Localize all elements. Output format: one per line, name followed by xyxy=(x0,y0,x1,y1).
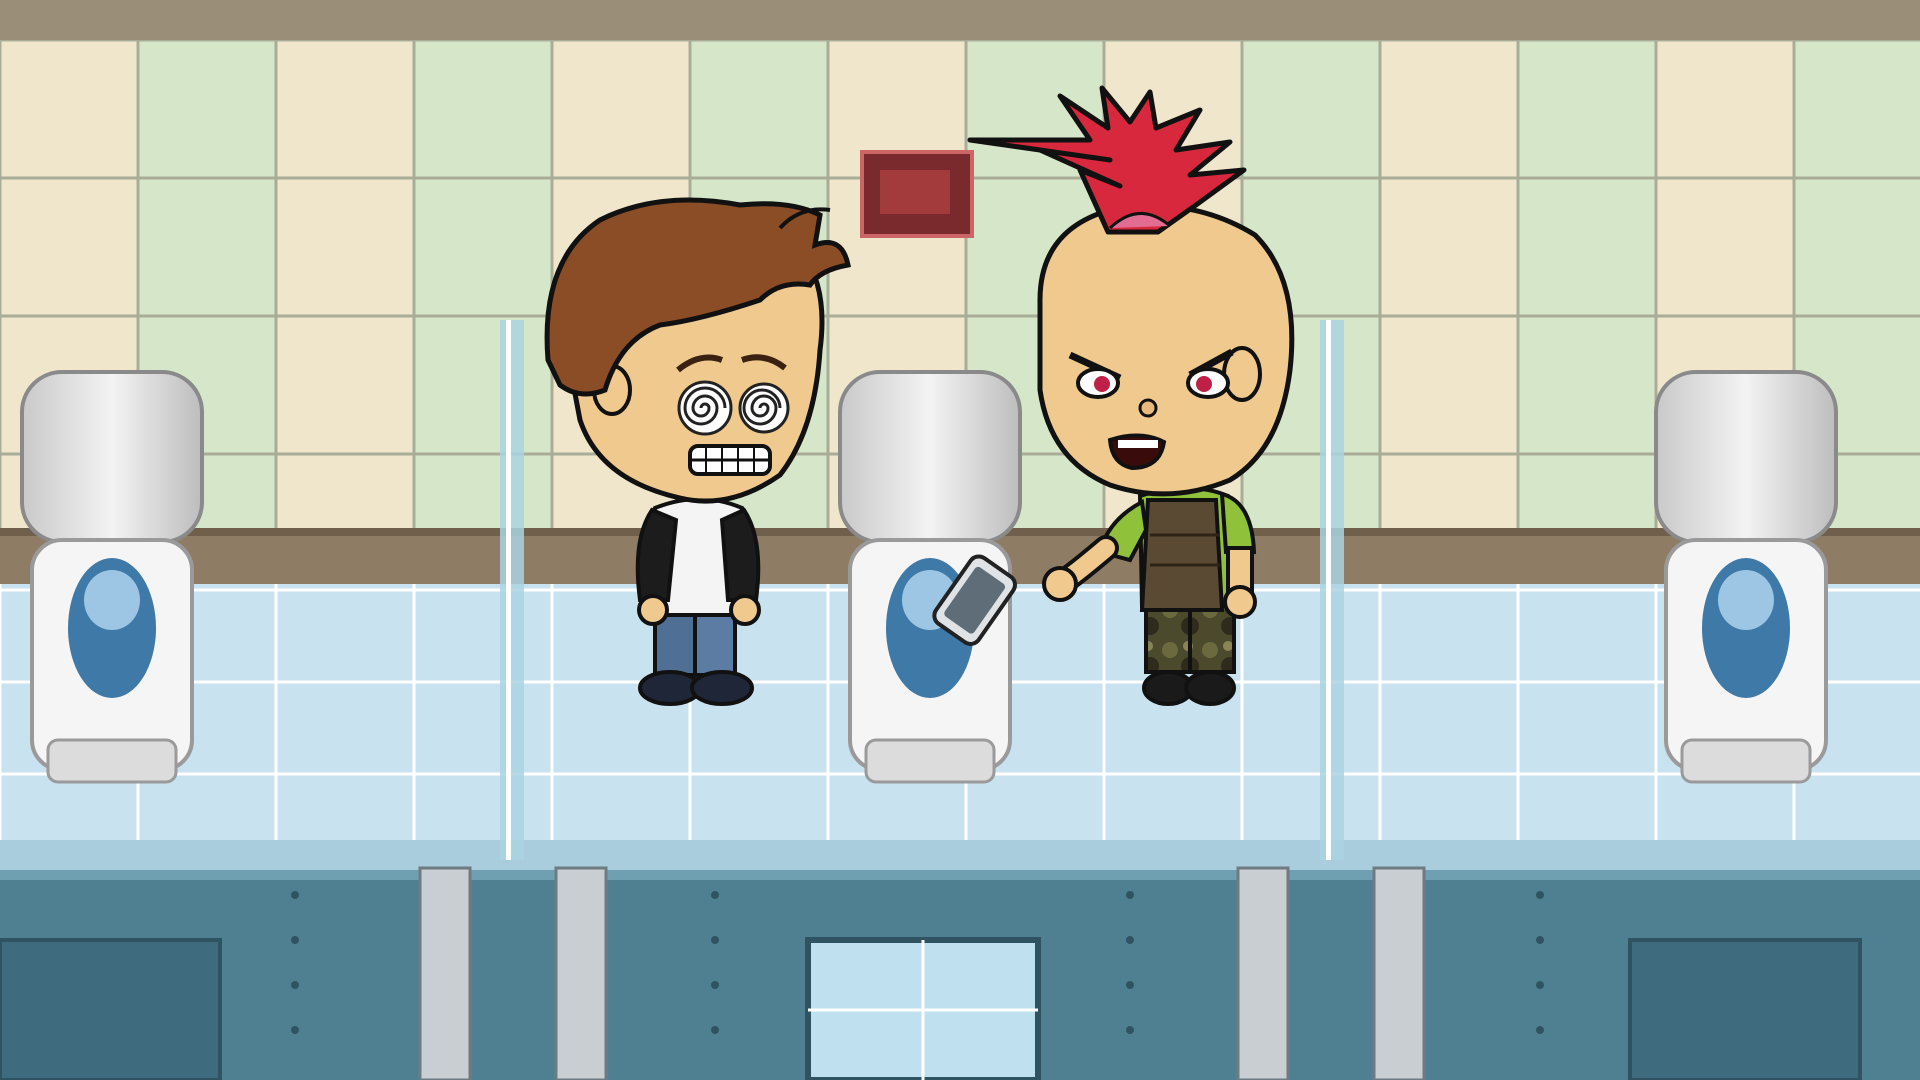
stall-front-wall xyxy=(0,866,1920,1080)
scene-canvas xyxy=(0,0,1920,1080)
urinal-left xyxy=(20,370,204,784)
urinal-right xyxy=(1654,370,1838,784)
game-scene xyxy=(0,0,1920,1080)
wall-sign xyxy=(860,150,974,238)
